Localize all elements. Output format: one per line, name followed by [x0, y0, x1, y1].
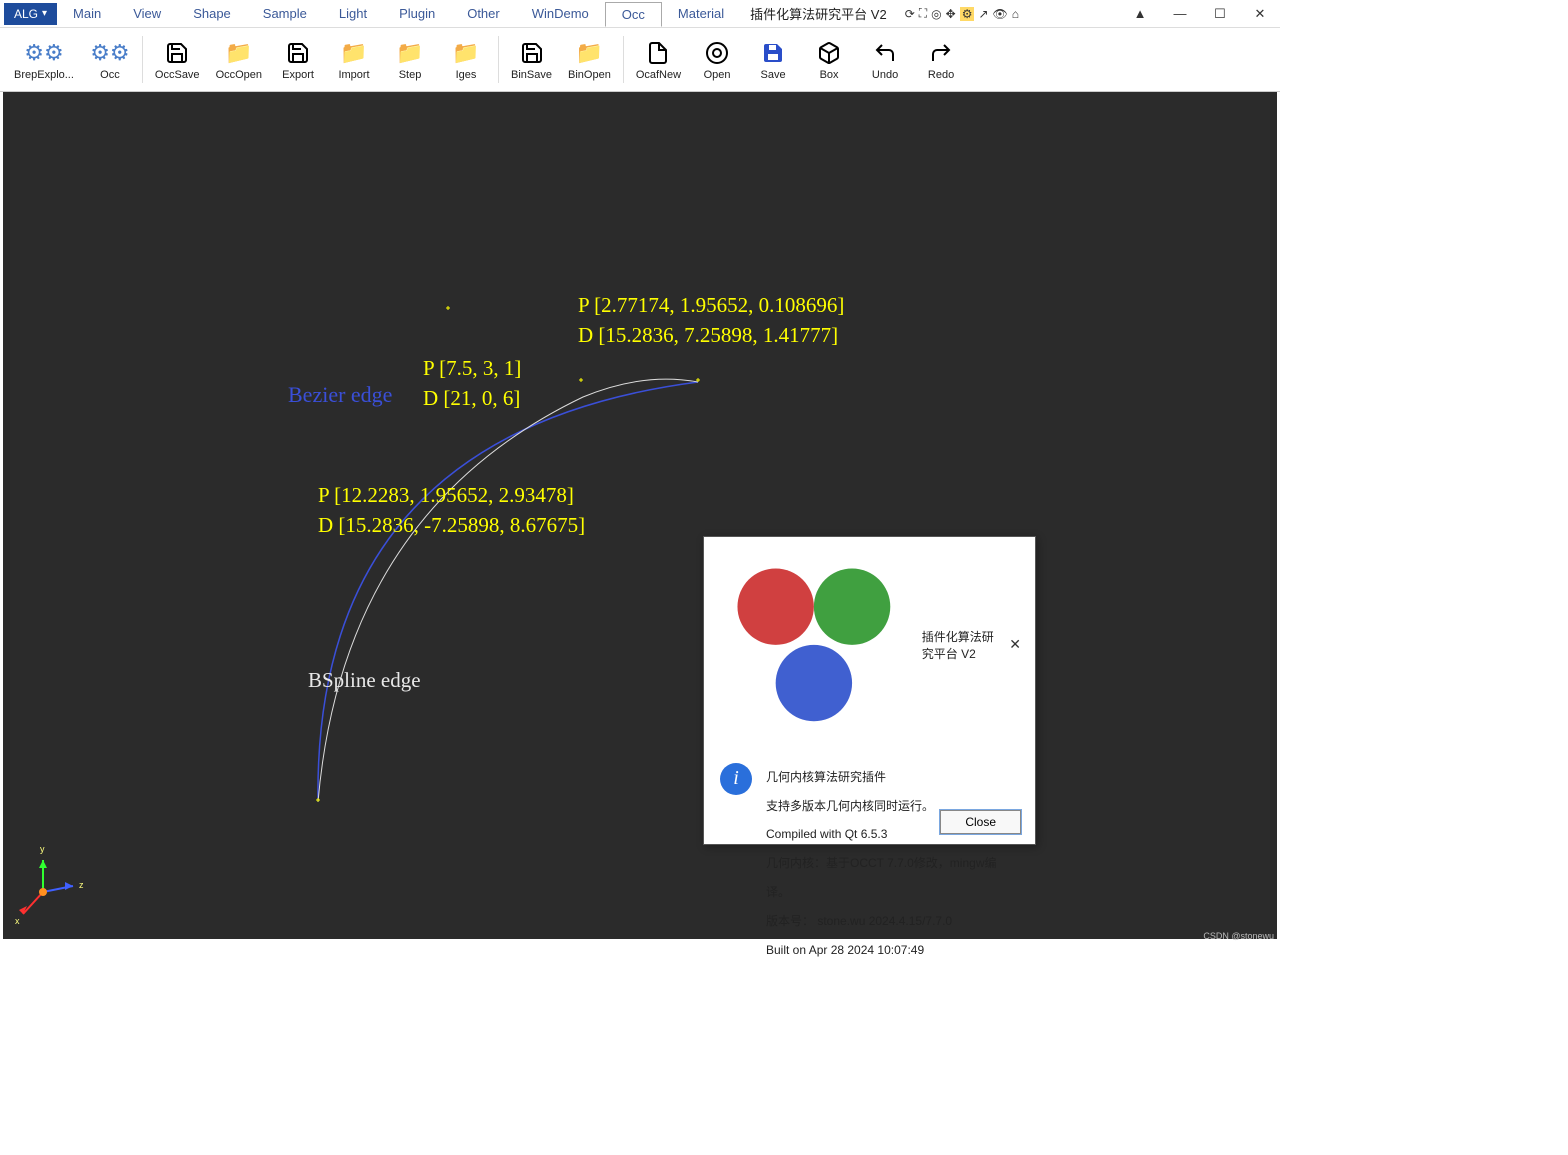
- watermark: CSDN @stonewu: [1203, 931, 1274, 941]
- svg-text:x: x: [15, 916, 20, 926]
- redo-icon: [927, 39, 955, 67]
- save-button[interactable]: Save: [745, 30, 801, 89]
- close-window-button[interactable]: ✕: [1240, 0, 1280, 28]
- box-button[interactable]: Box: [801, 30, 857, 89]
- folder-icon: 📁: [452, 39, 480, 67]
- annotation-3p: P [12.2283, 1.95652, 2.93478]: [318, 483, 574, 507]
- refresh-icon[interactable]: ⟳: [905, 7, 915, 21]
- minimize-button[interactable]: —: [1160, 0, 1200, 28]
- menu-light[interactable]: Light: [323, 2, 383, 25]
- save-icon: [518, 39, 546, 67]
- up-button[interactable]: ▲: [1120, 0, 1160, 28]
- about-dialog: 插件化算法研究平台 V2 ✕ i 几何内核算法研究插件 支持多版本几何内核同时运…: [703, 536, 1036, 845]
- svg-text:z: z: [79, 880, 84, 890]
- annotation-1d: D [15.2836, 7.25898, 1.41777]: [578, 323, 838, 347]
- annotation-1p: P [2.77174, 1.95652, 0.108696]: [578, 293, 844, 317]
- dialog-title-text: 插件化算法研究平台 V2: [922, 628, 1004, 662]
- svg-text:y: y: [40, 844, 45, 854]
- undo-icon: [871, 39, 899, 67]
- ocafnew-button[interactable]: OcafNew: [628, 30, 689, 89]
- folder-icon: 📁: [340, 39, 368, 67]
- menu-shape[interactable]: Shape: [177, 2, 247, 25]
- axis-triad: x y z: [15, 844, 84, 926]
- dialog-content: 几何内核算法研究插件 支持多版本几何内核同时运行。 Compiled with …: [766, 763, 1019, 965]
- import-button[interactable]: 📁Import: [326, 30, 382, 89]
- save-icon: [284, 39, 312, 67]
- app-title: 插件化算法研究平台 V2: [740, 0, 897, 27]
- title-toolbar-icons: ⟳ ⛶ ◎ ✥ ⚙ ↗ 👁 ⌂: [905, 6, 1019, 21]
- export-button[interactable]: Export: [270, 30, 326, 89]
- folder-icon: 📁: [225, 39, 253, 67]
- menu-other[interactable]: Other: [451, 2, 516, 25]
- dialog-titlebar[interactable]: 插件化算法研究平台 V2 ✕: [704, 537, 1035, 753]
- menu-view[interactable]: View: [117, 2, 177, 25]
- occsave-button[interactable]: OccSave: [147, 30, 208, 89]
- annotation-3d: D [15.2836, -7.25898, 8.67675]: [318, 513, 585, 537]
- redo-button[interactable]: Redo: [913, 30, 969, 89]
- box-icon: [815, 39, 843, 67]
- toolbar-separator: [142, 36, 143, 83]
- toolbar-separator: [498, 36, 499, 83]
- menu-material[interactable]: Material: [662, 2, 740, 25]
- occ-button[interactable]: ⚙⚙Occ: [82, 30, 138, 89]
- control-point: [446, 306, 450, 310]
- fullscreen-icon[interactable]: ⛶: [919, 6, 927, 21]
- alg-menu-button[interactable]: ALG: [4, 3, 57, 25]
- menu-windemo[interactable]: WinDemo: [516, 2, 605, 25]
- menu-main[interactable]: Main: [57, 2, 117, 25]
- control-point: [579, 378, 583, 382]
- step-button[interactable]: 📁Step: [382, 30, 438, 89]
- annotation-2p: P [7.5, 3, 1]: [423, 356, 521, 380]
- bspline-label: BSpline edge: [308, 668, 421, 692]
- gear-icon: ⚙⚙: [30, 39, 58, 67]
- viewport-3d[interactable]: Bezier edge BSpline edge P [2.77174, 1.9…: [3, 92, 1277, 939]
- occopen-button[interactable]: 📁OccOpen: [208, 30, 270, 89]
- binopen-button[interactable]: 📁BinOpen: [560, 30, 619, 89]
- folder-icon: 📁: [396, 39, 424, 67]
- toolbar: ⚙⚙BrepExplo... ⚙⚙Occ OccSave 📁OccOpen Ex…: [0, 28, 1280, 92]
- app-icon: [712, 543, 916, 747]
- binsave-button[interactable]: BinSave: [503, 30, 560, 89]
- open-icon: [703, 39, 731, 67]
- brepexplore-button[interactable]: ⚙⚙BrepExplo...: [6, 30, 82, 89]
- move-icon[interactable]: ✥: [946, 7, 956, 21]
- control-point: [316, 798, 320, 802]
- annotation-2d: D [21, 0, 6]: [423, 386, 520, 410]
- gear-icon: ⚙⚙: [96, 39, 124, 67]
- menubar: ALG Main View Shape Sample Light Plugin …: [0, 0, 1280, 28]
- new-icon: [644, 39, 672, 67]
- share-icon[interactable]: ↗: [978, 7, 988, 21]
- target-icon[interactable]: ◎: [931, 7, 941, 21]
- open-button[interactable]: Open: [689, 30, 745, 89]
- disk-icon: [759, 39, 787, 67]
- home-icon[interactable]: ⌂: [1012, 7, 1019, 21]
- undo-button[interactable]: Undo: [857, 30, 913, 89]
- maximize-button[interactable]: ☐: [1200, 0, 1240, 28]
- save-icon: [163, 39, 191, 67]
- folder-icon: 📁: [575, 39, 603, 67]
- settings2-icon[interactable]: ⚙: [960, 7, 975, 21]
- close-button[interactable]: Close: [940, 810, 1021, 834]
- menu-sample[interactable]: Sample: [247, 2, 323, 25]
- iges-button[interactable]: 📁Iges: [438, 30, 494, 89]
- bezier-label: Bezier edge: [288, 382, 392, 407]
- info-icon: i: [720, 763, 752, 795]
- bspline-curve: [318, 379, 698, 802]
- menu-occ[interactable]: Occ: [605, 2, 662, 27]
- toolbar-separator: [623, 36, 624, 83]
- window-controls: ▲ — ☐ ✕: [1120, 0, 1280, 28]
- eye-icon[interactable]: 👁: [993, 7, 1008, 21]
- menu-plugin[interactable]: Plugin: [383, 2, 451, 25]
- dialog-close-button[interactable]: ✕: [1003, 636, 1027, 653]
